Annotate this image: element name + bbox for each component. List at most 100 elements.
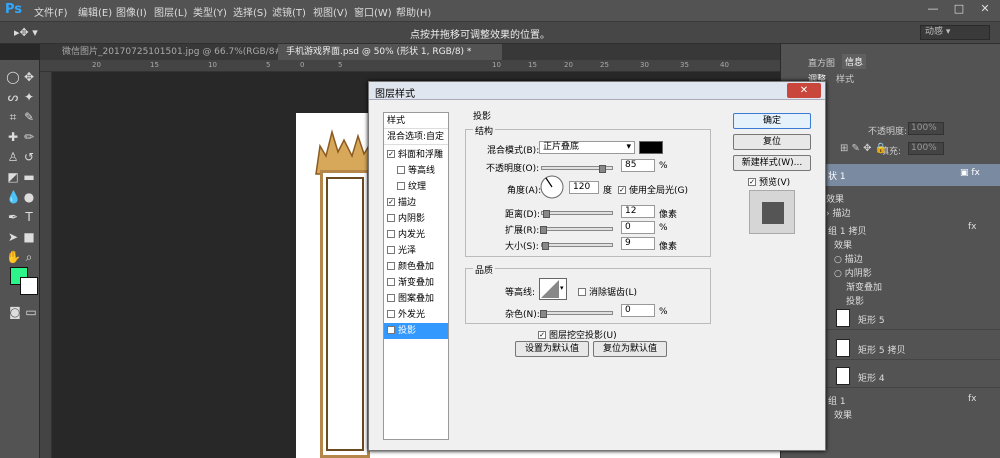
knockout-checkbox[interactable]: ✓ 图层挖空投影(U) xyxy=(535,328,617,341)
antialias-checkbox[interactable]: 消除锯齿(L) xyxy=(575,285,637,298)
noise-slider-knob[interactable] xyxy=(540,310,547,318)
distance-slider-knob[interactable] xyxy=(543,210,550,218)
type-tool-icon[interactable]: T xyxy=(22,210,36,224)
reset-button[interactable]: 复位 xyxy=(733,134,811,150)
pen-tool-icon[interactable]: ✒ xyxy=(6,210,20,224)
layer-effects[interactable]: 效果 xyxy=(834,238,852,251)
rectangle-tool-icon[interactable]: ■ xyxy=(22,230,36,244)
style-item-texture[interactable]: 纹理 xyxy=(384,179,448,195)
noise-input[interactable]: 0 xyxy=(621,304,655,317)
blend-mode-select[interactable]: 正片叠底 ▾ xyxy=(539,141,635,154)
checkbox-icon[interactable] xyxy=(387,261,395,270)
move-tool-icon[interactable]: ▸✥ ▾ xyxy=(14,26,38,39)
background-color-swatch[interactable] xyxy=(20,277,38,295)
menu-view[interactable]: 视图(V) xyxy=(313,4,348,19)
blend-options-item[interactable]: 混合选项:自定 xyxy=(384,129,448,145)
close-window-icon[interactable]: ✕ xyxy=(972,0,998,18)
checkbox-icon[interactable]: ✓ xyxy=(538,330,546,339)
opacity-input[interactable]: 85 xyxy=(621,159,655,172)
tab-wechat-image[interactable]: 微信图片_20170725101501.jpg @ 66.7%(RGB/8#) … xyxy=(54,44,301,60)
opacity-slider[interactable] xyxy=(541,165,613,173)
hand-tool-icon[interactable]: ✋ xyxy=(6,250,21,264)
size-slider-knob[interactable] xyxy=(542,242,549,250)
style-item-inner-glow[interactable]: 内发光 xyxy=(384,227,448,243)
style-item-color-overlay[interactable]: 颜色叠加 xyxy=(384,259,448,275)
reset-default-button[interactable]: 复位为默认值 xyxy=(593,341,667,357)
eraser-tool-icon[interactable]: ◩ xyxy=(6,170,20,184)
style-item-gradient-overlay[interactable]: 渐变叠加 xyxy=(384,275,448,291)
checkbox-icon[interactable]: ✓ xyxy=(748,177,756,186)
style-item-contour[interactable]: 等高线 xyxy=(384,163,448,179)
distance-input[interactable]: 12 xyxy=(621,205,655,218)
size-slider[interactable] xyxy=(541,242,613,250)
maximize-icon[interactable]: □ xyxy=(946,0,972,18)
brush-tool-icon[interactable]: ✏ xyxy=(22,130,36,144)
new-style-button[interactable]: 新建样式(W)... xyxy=(733,155,811,171)
set-default-button[interactable]: 设置为默认值 xyxy=(515,341,589,357)
spread-slider[interactable] xyxy=(540,226,613,234)
menu-image[interactable]: 图像(I) xyxy=(116,4,147,19)
style-item-stroke[interactable]: ✓ 描边 xyxy=(384,195,448,211)
menu-help[interactable]: 帮助(H) xyxy=(396,4,431,19)
checkbox-icon[interactable] xyxy=(387,245,395,254)
path-select-icon[interactable]: ➤ xyxy=(6,230,20,244)
checkbox-icon[interactable]: ✓ xyxy=(618,185,626,194)
angle-dial-icon[interactable] xyxy=(539,174,565,200)
eyedropper-icon[interactable]: ✎ xyxy=(22,110,36,124)
angle-input[interactable]: 120 xyxy=(569,181,599,194)
layer-effects[interactable]: 效果 xyxy=(826,192,844,205)
global-light-checkbox[interactable]: ✓ 使用全局光(G) xyxy=(615,183,688,196)
distance-slider[interactable] xyxy=(541,210,613,218)
blur-tool-icon[interactable]: 💧 xyxy=(6,190,21,204)
lock-icons[interactable]: ⊞ ✎ ✥ 🔒 xyxy=(840,143,887,154)
workspace-select[interactable]: 动感 ▾ xyxy=(920,25,990,40)
checkbox-icon[interactable] xyxy=(387,309,395,318)
menu-window[interactable]: 窗口(W) xyxy=(354,4,392,19)
menu-select[interactable]: 选择(S) xyxy=(233,4,267,19)
stamp-tool-icon[interactable]: ♙ xyxy=(6,150,20,164)
ok-button[interactable]: 确定 xyxy=(733,113,811,129)
gradient-tool-icon[interactable]: ▬ xyxy=(22,170,36,184)
style-item-inner-shadow[interactable]: 内阴影 xyxy=(384,211,448,227)
layer-row-rect-5[interactable]: 矩形 5 xyxy=(820,306,1000,330)
healing-brush-icon[interactable]: ✚ xyxy=(6,130,20,144)
checkbox-icon[interactable] xyxy=(387,213,395,222)
style-item-bevel[interactable]: ✓ 斜面和浮雕 xyxy=(384,147,448,163)
lasso-tool-icon[interactable]: ᔕ xyxy=(6,90,20,104)
layer-row-rect-5-copy[interactable]: 矩形 5 拷贝 xyxy=(820,336,1000,360)
menu-filter[interactable]: 滤镜(T) xyxy=(272,4,306,19)
layer-row-shape-1[interactable]: 状 1 ▣ fx xyxy=(820,164,1000,186)
minimize-icon[interactable]: — xyxy=(920,0,946,18)
contour-preview-icon[interactable]: ▾ xyxy=(539,278,567,300)
menu-layer[interactable]: 图层(L) xyxy=(154,4,187,19)
style-item-drop-shadow[interactable]: ✓ 投影 xyxy=(384,323,448,339)
checkbox-icon[interactable] xyxy=(397,165,405,174)
checkbox-icon[interactable]: ✓ xyxy=(387,149,395,158)
checkbox-icon[interactable] xyxy=(578,287,586,296)
layer-effect-stroke[interactable]: › 描边 xyxy=(826,206,850,219)
noise-slider[interactable] xyxy=(540,310,613,318)
tab-game-ui[interactable]: 手机游戏界面.psd @ 50% (形状 1, RGB/8) * xyxy=(278,44,502,60)
dialog-titlebar[interactable]: 图层样式 ✕ xyxy=(369,82,825,100)
checkbox-icon[interactable] xyxy=(387,229,395,238)
checkbox-icon[interactable] xyxy=(397,181,405,190)
layer-effect-inner-shadow[interactable]: ○ 内阴影 xyxy=(834,266,872,279)
style-item-outer-glow[interactable]: 外发光 xyxy=(384,307,448,323)
menu-type[interactable]: 类型(Y) xyxy=(193,4,227,19)
fill-field[interactable]: 100% xyxy=(908,142,944,155)
dodge-tool-icon[interactable]: ● xyxy=(22,190,36,204)
menu-edit[interactable]: 编辑(E) xyxy=(78,4,112,19)
opacity-field[interactable]: 100% xyxy=(908,122,944,135)
layer-effects[interactable]: 效果 xyxy=(834,408,852,421)
quick-mask-icon[interactable]: ◙ xyxy=(8,305,22,319)
shadow-color-swatch[interactable] xyxy=(639,141,663,154)
tab-styles[interactable]: 样式 xyxy=(836,72,854,85)
spread-input[interactable]: 0 xyxy=(621,221,655,234)
tab-info[interactable]: 信息 xyxy=(842,54,867,69)
checkbox-icon[interactable]: ✓ xyxy=(387,197,395,206)
tab-histogram[interactable]: 直方图 xyxy=(808,56,835,69)
spread-slider-knob[interactable] xyxy=(540,226,547,234)
layer-row-rect-4[interactable]: 矩形 4 xyxy=(820,364,1000,388)
layer-effect-stroke[interactable]: ○ 描边 xyxy=(834,252,863,265)
preview-checkbox[interactable]: ✓ 预览(V) xyxy=(745,175,790,188)
